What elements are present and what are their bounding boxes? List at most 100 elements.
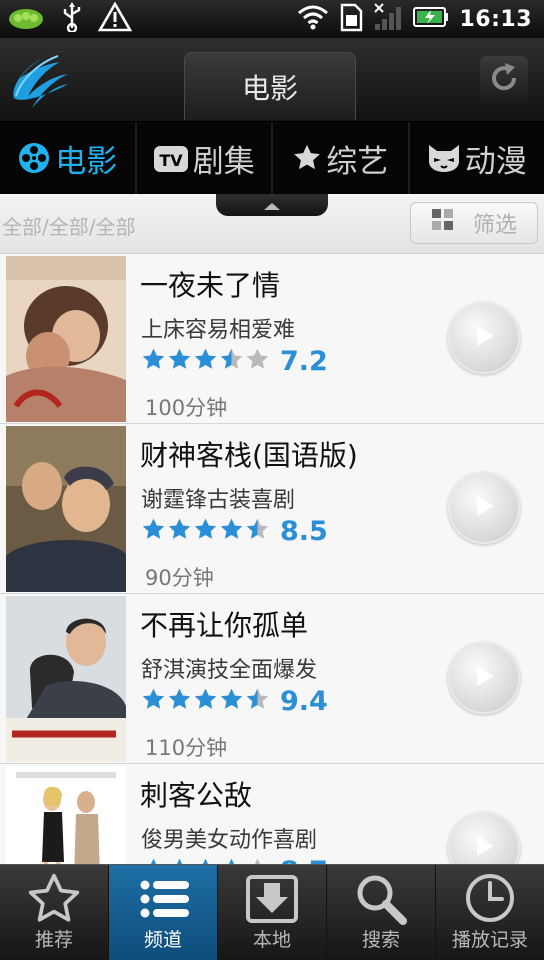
star-half-icon: [219, 347, 244, 376]
movie-subtitle: 舒淇演技全面爆发: [141, 658, 318, 683]
movie-rating: 9.4: [141, 686, 328, 717]
star-full-icon: [219, 857, 244, 864]
sim-card-icon: [339, 2, 363, 36]
movie-rating: 7.2: [141, 346, 328, 377]
movie-title: 刺客公敌: [140, 779, 253, 812]
star-empty-icon: [245, 857, 270, 864]
movie-duration: 100分钟: [145, 396, 228, 420]
nav-search[interactable]: 搜索: [327, 865, 436, 960]
star-full-icon: [167, 857, 192, 864]
refresh-button[interactable]: [480, 56, 528, 104]
movie-subtitle: 上床容易相爱难: [141, 318, 296, 343]
star-rating: [141, 857, 270, 864]
filter-button[interactable]: 筛选: [410, 202, 538, 244]
chevron-up-icon: [262, 196, 282, 215]
nav-history[interactable]: 播放记录: [436, 865, 544, 960]
list-item[interactable]: 刺客公敌 俊男美女动作喜剧 8.7: [0, 764, 544, 864]
nav-label: 本地: [252, 929, 291, 951]
star-full-icon: [219, 517, 244, 546]
star-full-icon: [141, 347, 166, 376]
nav-label: 播放记录: [451, 929, 528, 951]
movie-rating: 8.7: [141, 856, 328, 864]
play-icon: [471, 493, 497, 523]
star-full-icon: [193, 517, 218, 546]
wifi-icon: [297, 4, 329, 34]
star-half-icon: [245, 517, 270, 546]
filter-path: 全部/全部/全部: [2, 215, 136, 239]
tab-series[interactable]: TV 剧集: [137, 122, 273, 194]
tab-label: 剧集: [192, 143, 255, 180]
tab-anime[interactable]: 动漫: [410, 122, 544, 194]
rating-score: 8.5: [280, 516, 328, 547]
star-full-icon: [141, 517, 166, 546]
page-title: 电影: [184, 52, 356, 120]
category-tabs: 电影 TV 剧集 综艺 动漫: [0, 122, 544, 194]
star-full-icon: [193, 687, 218, 716]
peapod-icon: [6, 2, 46, 36]
star-full-icon: [219, 687, 244, 716]
list-item[interactable]: 不再让你孤单 舒淇演技全面爆发 9.4 110分钟: [0, 594, 544, 764]
star-full-icon: [141, 857, 166, 864]
tab-variety[interactable]: 综艺: [273, 122, 410, 194]
star-rating: [141, 347, 270, 376]
usb-icon: [60, 2, 84, 36]
rating-score: 9.4: [280, 686, 328, 717]
list-item[interactable]: 财神客栈(国语版) 谢霆锋古装喜剧 8.5 90分钟: [0, 424, 544, 594]
movie-title: 不再让你孤单: [140, 609, 309, 642]
app-logo-icon[interactable]: [10, 46, 72, 112]
movie-duration: 90分钟: [145, 566, 214, 590]
signal-icon: [373, 2, 403, 36]
nav-label: 推荐: [34, 929, 73, 951]
clock-icon: [460, 871, 520, 932]
refresh-icon: [487, 61, 521, 99]
movie-poster: [6, 766, 126, 864]
tab-label: 动漫: [464, 143, 527, 180]
pull-down-handle[interactable]: [216, 194, 328, 216]
rating-score: 7.2: [280, 346, 328, 377]
star-full-icon: [167, 687, 192, 716]
tab-label: 电影: [55, 143, 118, 180]
movie-poster: [6, 426, 126, 592]
warning-icon: [97, 1, 133, 36]
star-rating: [141, 517, 270, 546]
star-full-icon: [167, 517, 192, 546]
status-bar: 16:13: [0, 0, 544, 38]
star-icon: [292, 143, 322, 173]
nav-channel[interactable]: 频道: [109, 865, 218, 960]
filter-bar: 全部/全部/全部 筛选: [0, 194, 544, 254]
movie-poster: [6, 596, 126, 762]
star-empty-icon: [245, 347, 270, 376]
list-item[interactable]: 一夜未了情 上床容易相爱难 7.2 100分钟: [0, 254, 544, 424]
tab-label: 综艺: [326, 143, 389, 180]
play-button[interactable]: [448, 642, 520, 714]
movie-title: 一夜未了情: [140, 269, 281, 302]
battery-charging-icon: [413, 6, 449, 32]
play-icon: [471, 833, 497, 863]
bottom-nav: 推荐 频道 本地 搜索 播放记录: [0, 864, 544, 960]
star-full-icon: [193, 347, 218, 376]
movie-duration: 110分钟: [145, 736, 228, 760]
nav-label: 频道: [143, 929, 182, 951]
nav-local[interactable]: 本地: [218, 865, 327, 960]
film-reel-icon: [17, 141, 51, 175]
grid-icon: [431, 208, 455, 238]
star-rating: [141, 687, 270, 716]
clock-time: 16:13: [459, 6, 532, 32]
search-icon: [351, 871, 411, 932]
movie-subtitle: 谢霆锋古装喜剧: [141, 488, 296, 513]
movie-rating: 8.5: [141, 516, 328, 547]
play-icon: [471, 663, 497, 693]
play-button[interactable]: [448, 472, 520, 544]
svg-text:TV: TV: [159, 151, 183, 170]
star-full-icon: [193, 857, 218, 864]
download-icon: [242, 871, 302, 932]
nav-recommend[interactable]: 推荐: [0, 865, 109, 960]
star-outline-icon: [24, 871, 84, 932]
tab-movies[interactable]: 电影: [0, 122, 137, 194]
rating-score: 8.7: [280, 856, 328, 864]
filter-button-label: 筛选: [472, 213, 517, 238]
play-button[interactable]: [448, 812, 520, 864]
play-button[interactable]: [448, 302, 520, 374]
movie-poster: [6, 256, 126, 422]
cat-mask-icon: [427, 143, 461, 173]
